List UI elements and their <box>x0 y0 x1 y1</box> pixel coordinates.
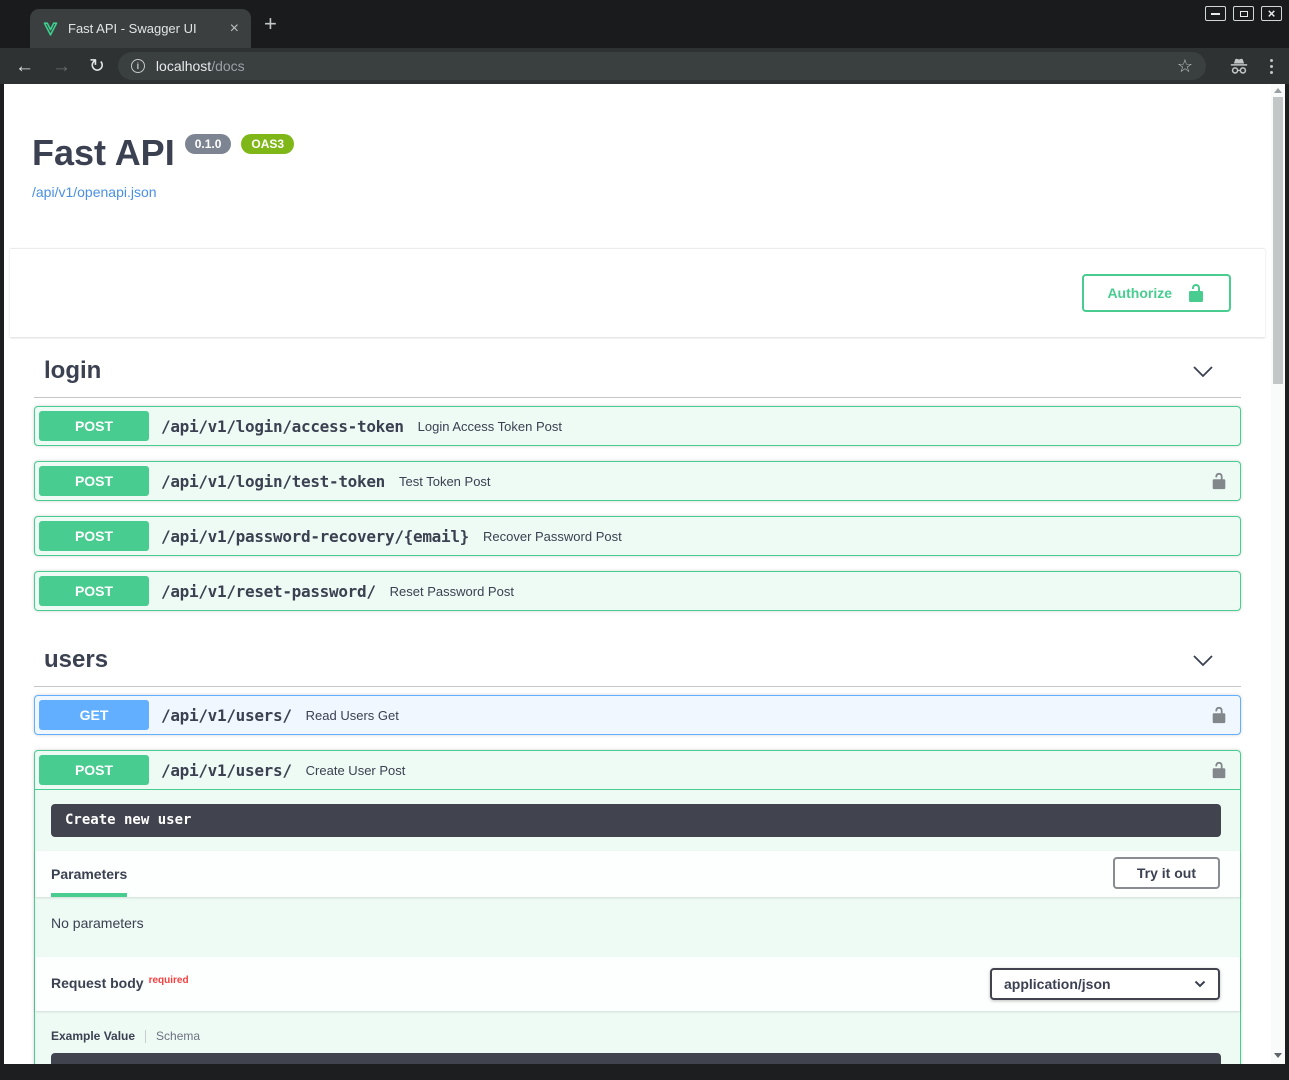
scroll-down-icon[interactable] <box>1274 1053 1282 1058</box>
fastapi-favicon-icon <box>42 20 59 37</box>
tab-divider <box>145 1030 146 1043</box>
oas3-badge: OAS3 <box>241 134 294 154</box>
op-row-read-users[interactable]: GET /api/v1/users/ Read Users Get <box>34 695 1241 735</box>
op-path: /api/v1/login/access-token <box>161 417 404 436</box>
op-row-reset-password[interactable]: POST /api/v1/reset-password/ Reset Passw… <box>34 571 1241 611</box>
section-header-login[interactable]: login <box>34 337 1241 398</box>
authorize-button[interactable]: Authorize <box>1082 274 1231 312</box>
method-badge: GET <box>39 700 149 730</box>
op-path: /api/v1/password-recovery/{email} <box>161 527 469 546</box>
section-header-users[interactable]: users <box>34 626 1241 687</box>
scrollbar-thumb[interactable] <box>1273 97 1283 384</box>
api-info: Fast API 0.1.0 OAS3 /api/v1/openapi.json <box>4 84 1271 202</box>
unlock-icon <box>1210 706 1228 724</box>
content-type-select[interactable]: application/json <box>990 968 1220 1000</box>
browser-tab[interactable]: Fast API - Swagger UI × <box>30 9 251 48</box>
url-path: /docs <box>211 58 244 74</box>
tab-title: Fast API - Swagger UI <box>68 21 226 36</box>
minimize-icon <box>1211 13 1220 15</box>
op-row-password-recovery[interactable]: POST /api/v1/password-recovery/{email} R… <box>34 516 1241 556</box>
authorize-label: Authorize <box>1107 285 1172 301</box>
parameters-header: Parameters Try it out <box>35 851 1240 897</box>
chevron-down-icon[interactable] <box>1192 365 1214 378</box>
chevron-down-icon <box>1194 980 1206 988</box>
version-badge: 0.1.0 <box>185 134 232 154</box>
op-body: Create new user Parameters Try it out No… <box>35 804 1240 1064</box>
address-bar[interactable]: i localhost /docs ☆ <box>118 52 1206 80</box>
section-title: users <box>44 646 108 674</box>
page-scrollbar[interactable] <box>1271 84 1285 1064</box>
incognito-icon <box>1228 58 1250 75</box>
op-summary-text: Login Access Token Post <box>418 419 562 434</box>
api-content: login POST /api/v1/login/access-token Lo… <box>4 337 1271 1064</box>
op-path: /api/v1/users/ <box>161 706 292 725</box>
method-badge: POST <box>39 521 149 551</box>
page-viewport: Fast API 0.1.0 OAS3 /api/v1/openapi.json… <box>4 84 1271 1064</box>
op-description: Create new user <box>51 804 1221 837</box>
scheme-container: Authorize <box>10 248 1265 337</box>
auth-lock-button[interactable] <box>1210 761 1228 779</box>
op-summary-text: Test Token Post <box>399 474 491 489</box>
minimize-button[interactable] <box>1205 6 1226 21</box>
schema-tab[interactable]: Schema <box>156 1029 200 1043</box>
bookmark-star-icon[interactable]: ☆ <box>1177 57 1193 75</box>
maximize-icon <box>1240 11 1248 17</box>
no-parameters-text: No parameters <box>35 897 1240 957</box>
reload-icon[interactable]: ↻ <box>89 57 105 76</box>
parameters-tab[interactable]: Parameters <box>51 866 127 897</box>
maximize-button[interactable] <box>1233 6 1254 21</box>
op-path: /api/v1/reset-password/ <box>161 582 376 601</box>
op-path: /api/v1/login/test-token <box>161 472 385 491</box>
method-badge: POST <box>39 411 149 441</box>
model-example: Example Value Schema { <box>35 1011 1240 1064</box>
browser-titlebar: Fast API - Swagger UI × + × <box>0 0 1289 48</box>
tab-close-icon[interactable]: × <box>226 21 243 37</box>
window-controls: × <box>1205 6 1282 21</box>
op-path: /api/v1/users/ <box>161 761 292 780</box>
unlock-icon <box>1210 761 1228 779</box>
example-code-block[interactable]: { <box>51 1053 1221 1064</box>
method-badge: POST <box>39 466 149 496</box>
op-summary-text: Recover Password Post <box>483 529 622 544</box>
back-icon[interactable]: ← <box>15 57 34 76</box>
try-it-out-button[interactable]: Try it out <box>1113 857 1220 889</box>
op-summary-create-user[interactable]: POST /api/v1/users/ Create User Post <box>35 751 1240 790</box>
op-row-create-user: POST /api/v1/users/ Create User Post Cre… <box>34 750 1241 1064</box>
unlock-icon <box>1186 283 1206 303</box>
forward-icon[interactable]: → <box>52 57 71 76</box>
op-row-login-access-token[interactable]: POST /api/v1/login/access-token Login Ac… <box>34 406 1241 446</box>
method-badge: POST <box>39 755 149 785</box>
new-tab-button[interactable]: + <box>264 14 277 34</box>
unlock-icon <box>1210 472 1228 490</box>
content-type-value: application/json <box>1004 976 1111 992</box>
browser-menu-icon[interactable] <box>1270 59 1273 74</box>
browser-toolbar: ← → ↻ i localhost /docs ☆ <box>0 48 1289 84</box>
op-summary-text: Reset Password Post <box>390 584 514 599</box>
request-body-header: Request body required application/json <box>35 957 1240 1011</box>
method-badge: POST <box>39 576 149 606</box>
example-value-tab[interactable]: Example Value <box>51 1029 135 1043</box>
op-row-login-test-token[interactable]: POST /api/v1/login/test-token Test Token… <box>34 461 1241 501</box>
auth-lock-button[interactable] <box>1210 472 1228 490</box>
op-summary-text: Read Users Get <box>306 708 399 723</box>
request-body-label: Request body <box>51 975 144 991</box>
chevron-down-icon[interactable] <box>1192 654 1214 667</box>
site-info-icon[interactable]: i <box>131 59 145 73</box>
auth-lock-button[interactable] <box>1210 706 1228 724</box>
page-title: Fast API 0.1.0 OAS3 <box>32 132 1243 174</box>
scroll-up-icon[interactable] <box>1274 88 1282 93</box>
url-host: localhost <box>156 58 211 74</box>
section-title: login <box>44 357 101 385</box>
close-icon: × <box>1268 7 1276 20</box>
api-title-text: Fast API <box>32 132 175 174</box>
window-body: Fast API 0.1.0 OAS3 /api/v1/openapi.json… <box>0 84 1289 1072</box>
close-window-button[interactable]: × <box>1261 6 1282 21</box>
op-summary-text: Create User Post <box>306 763 406 778</box>
required-label: required <box>149 975 189 986</box>
openapi-spec-link[interactable]: /api/v1/openapi.json <box>32 184 157 200</box>
